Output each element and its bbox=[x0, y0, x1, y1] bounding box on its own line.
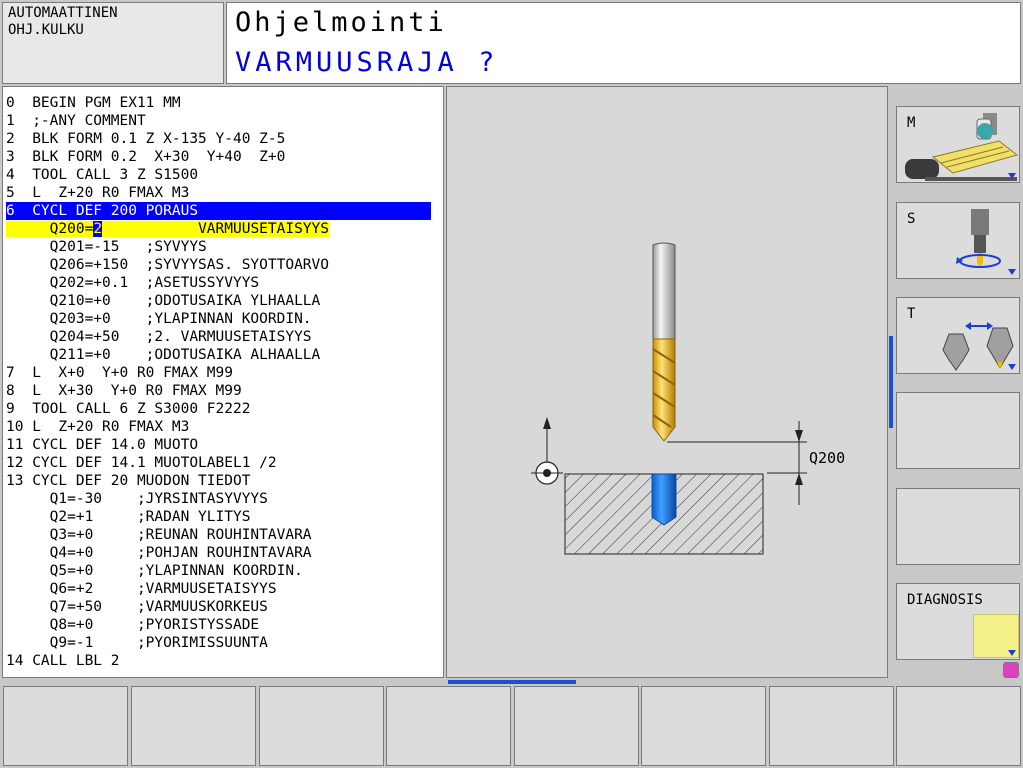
milling-machine-icon bbox=[905, 113, 1019, 181]
program-line[interactable]: 1 ;-ANY COMMENT bbox=[6, 112, 435, 130]
program-line-selected[interactable]: 6 CYCL DEF 200 PORAUS bbox=[6, 202, 431, 220]
program-line[interactable]: 3 BLK FORM 0.2 X+30 Y+40 Z+0 bbox=[6, 148, 435, 166]
program-line[interactable]: Q203=+0 ;YLAPINNAN KOORDIN. bbox=[6, 310, 435, 328]
program-line[interactable]: 7 L X+0 Y+0 R0 FMAX M99 bbox=[6, 364, 435, 382]
softkey-s-more-icon bbox=[1008, 269, 1016, 275]
edit-cursor-value[interactable]: 2 bbox=[93, 221, 103, 237]
softkey-t-label: T bbox=[907, 306, 916, 322]
eraser-icon[interactable] bbox=[1003, 662, 1019, 678]
input-prompt: VARMUUSRAJA ? bbox=[235, 47, 499, 78]
program-line[interactable]: 4 TOOL CALL 3 Z S1500 bbox=[6, 166, 435, 184]
q200-dimension-label: Q200 bbox=[809, 449, 846, 467]
program-line[interactable]: 14 CALL LBL 2 bbox=[6, 652, 435, 670]
program-line[interactable]: Q206=+150 ;SYVYYSAS. SYOTTOARVO bbox=[6, 256, 435, 274]
program-line[interactable]: Q9=-1 ;PYORIMISSUUNTA bbox=[6, 634, 435, 652]
program-line[interactable]: 12 CYCL DEF 14.1 MUOTOLABEL1 /2 bbox=[6, 454, 435, 472]
softkey-s-spindle[interactable]: S bbox=[896, 202, 1020, 279]
hsoftkey-8[interactable] bbox=[896, 686, 1021, 766]
page-title: Ohjelmointi bbox=[235, 7, 447, 38]
program-line[interactable]: Q201=-15 ;SYVYYS bbox=[6, 238, 435, 256]
hsoftkey-6[interactable] bbox=[641, 686, 766, 766]
softkey-empty-1[interactable] bbox=[896, 392, 1020, 469]
softkey-empty-2[interactable] bbox=[896, 488, 1020, 565]
program-line[interactable]: 10 L Z+20 R0 FMAX M3 bbox=[6, 418, 435, 436]
softkey-m-functions[interactable]: M bbox=[896, 106, 1020, 183]
program-line[interactable]: 5 L Z+20 R0 FMAX M3 bbox=[6, 184, 435, 202]
program-line[interactable]: Q211=+0 ;ODOTUSAIKA ALHAALLA bbox=[6, 346, 435, 364]
scrollbar[interactable] bbox=[889, 336, 893, 428]
softkey-page-indicator bbox=[448, 680, 576, 684]
program-lines: 0 BEGIN PGM EX11 MM 1 ;-ANY COMMENT 2 BL… bbox=[6, 94, 435, 670]
drilling-diagram bbox=[531, 242, 807, 555]
program-line[interactable]: 13 CYCL DEF 20 MUODON TIEDOT bbox=[6, 472, 435, 490]
softkey-diagnosis-more-icon bbox=[1008, 650, 1016, 656]
softkey-t-more-icon bbox=[1008, 364, 1016, 370]
title-panel: Ohjelmointi VARMUUSRAJA ? bbox=[226, 2, 1021, 84]
hsoftkey-2[interactable] bbox=[131, 686, 256, 766]
program-line[interactable]: Q202=+0.1 ;ASETUSSYVYYS bbox=[6, 274, 435, 292]
program-line[interactable]: Q5=+0 ;YLAPINNAN KOORDIN. bbox=[6, 562, 435, 580]
hsoftkey-3[interactable] bbox=[259, 686, 384, 766]
softkey-diagnosis[interactable]: DIAGNOSIS bbox=[896, 583, 1020, 660]
softkey-t-tool[interactable]: T bbox=[896, 297, 1020, 374]
hsoftkey-4[interactable] bbox=[386, 686, 511, 766]
edit-param-comment: VARMUUSETAISYYS bbox=[102, 221, 330, 237]
drill-flutes bbox=[652, 338, 676, 442]
mode-line-2: OHJ.KULKU bbox=[8, 22, 84, 38]
program-line[interactable]: Q2=+1 ;RADAN YLITYS bbox=[6, 508, 435, 526]
program-line[interactable]: Q4=+0 ;POHJAN ROUHINTAVARA bbox=[6, 544, 435, 562]
program-listing[interactable]: 0 BEGIN PGM EX11 MM 1 ;-ANY COMMENT 2 BL… bbox=[2, 86, 444, 678]
edit-field[interactable]: Q200=2 VARMUUSETAISYYS bbox=[6, 221, 330, 237]
mode-display: AUTOMAATTINEN OHJ.KULKU bbox=[2, 2, 224, 84]
hsoftkey-5[interactable] bbox=[514, 686, 639, 766]
hsoftkey-7[interactable] bbox=[769, 686, 894, 766]
program-line[interactable]: 11 CYCL DEF 14.0 MUOTO bbox=[6, 436, 435, 454]
program-line[interactable]: Q1=-30 ;JYRSINTASYVYYS bbox=[6, 490, 435, 508]
program-line-editing[interactable]: Q200=2 VARMUUSETAISYYS bbox=[6, 220, 435, 238]
program-line[interactable]: Q7=+50 ;VARMUUSKORKEUS bbox=[6, 598, 435, 616]
softkey-m-more-icon bbox=[1008, 173, 1016, 179]
program-line[interactable]: Q204=+50 ;2. VARMUUSETAISYYS bbox=[6, 328, 435, 346]
program-line[interactable]: Q8=+0 ;PYORISTYSSADE bbox=[6, 616, 435, 634]
program-line[interactable]: Q210=+0 ;ODOTUSAIKA YLHAALLA bbox=[6, 292, 435, 310]
drilled-hole bbox=[651, 473, 677, 526]
softkey-s-label: S bbox=[907, 211, 916, 227]
program-line[interactable]: 8 L X+30 Y+0 R0 FMAX M99 bbox=[6, 382, 435, 400]
program-line[interactable]: 2 BLK FORM 0.1 Z X-135 Y-40 Z-5 bbox=[6, 130, 435, 148]
hsoftkey-1[interactable] bbox=[3, 686, 128, 766]
softkey-diagnosis-label: DIAGNOSIS bbox=[907, 592, 983, 608]
program-line[interactable]: 9 TOOL CALL 6 Z S3000 F2222 bbox=[6, 400, 435, 418]
help-graphic: Q200 bbox=[446, 86, 888, 678]
program-line[interactable]: 0 BEGIN PGM EX11 MM bbox=[6, 94, 435, 112]
program-line[interactable]: Q3=+0 ;REUNAN ROUHINTAVARA bbox=[6, 526, 435, 544]
program-line[interactable]: Q6=+2 ;VARMUUSETAISYYS bbox=[6, 580, 435, 598]
spindle-icon bbox=[956, 209, 1001, 268]
edit-param-name: Q200= bbox=[6, 221, 94, 237]
mode-line-1: AUTOMAATTINEN bbox=[8, 5, 118, 21]
drill-shank bbox=[652, 242, 676, 340]
